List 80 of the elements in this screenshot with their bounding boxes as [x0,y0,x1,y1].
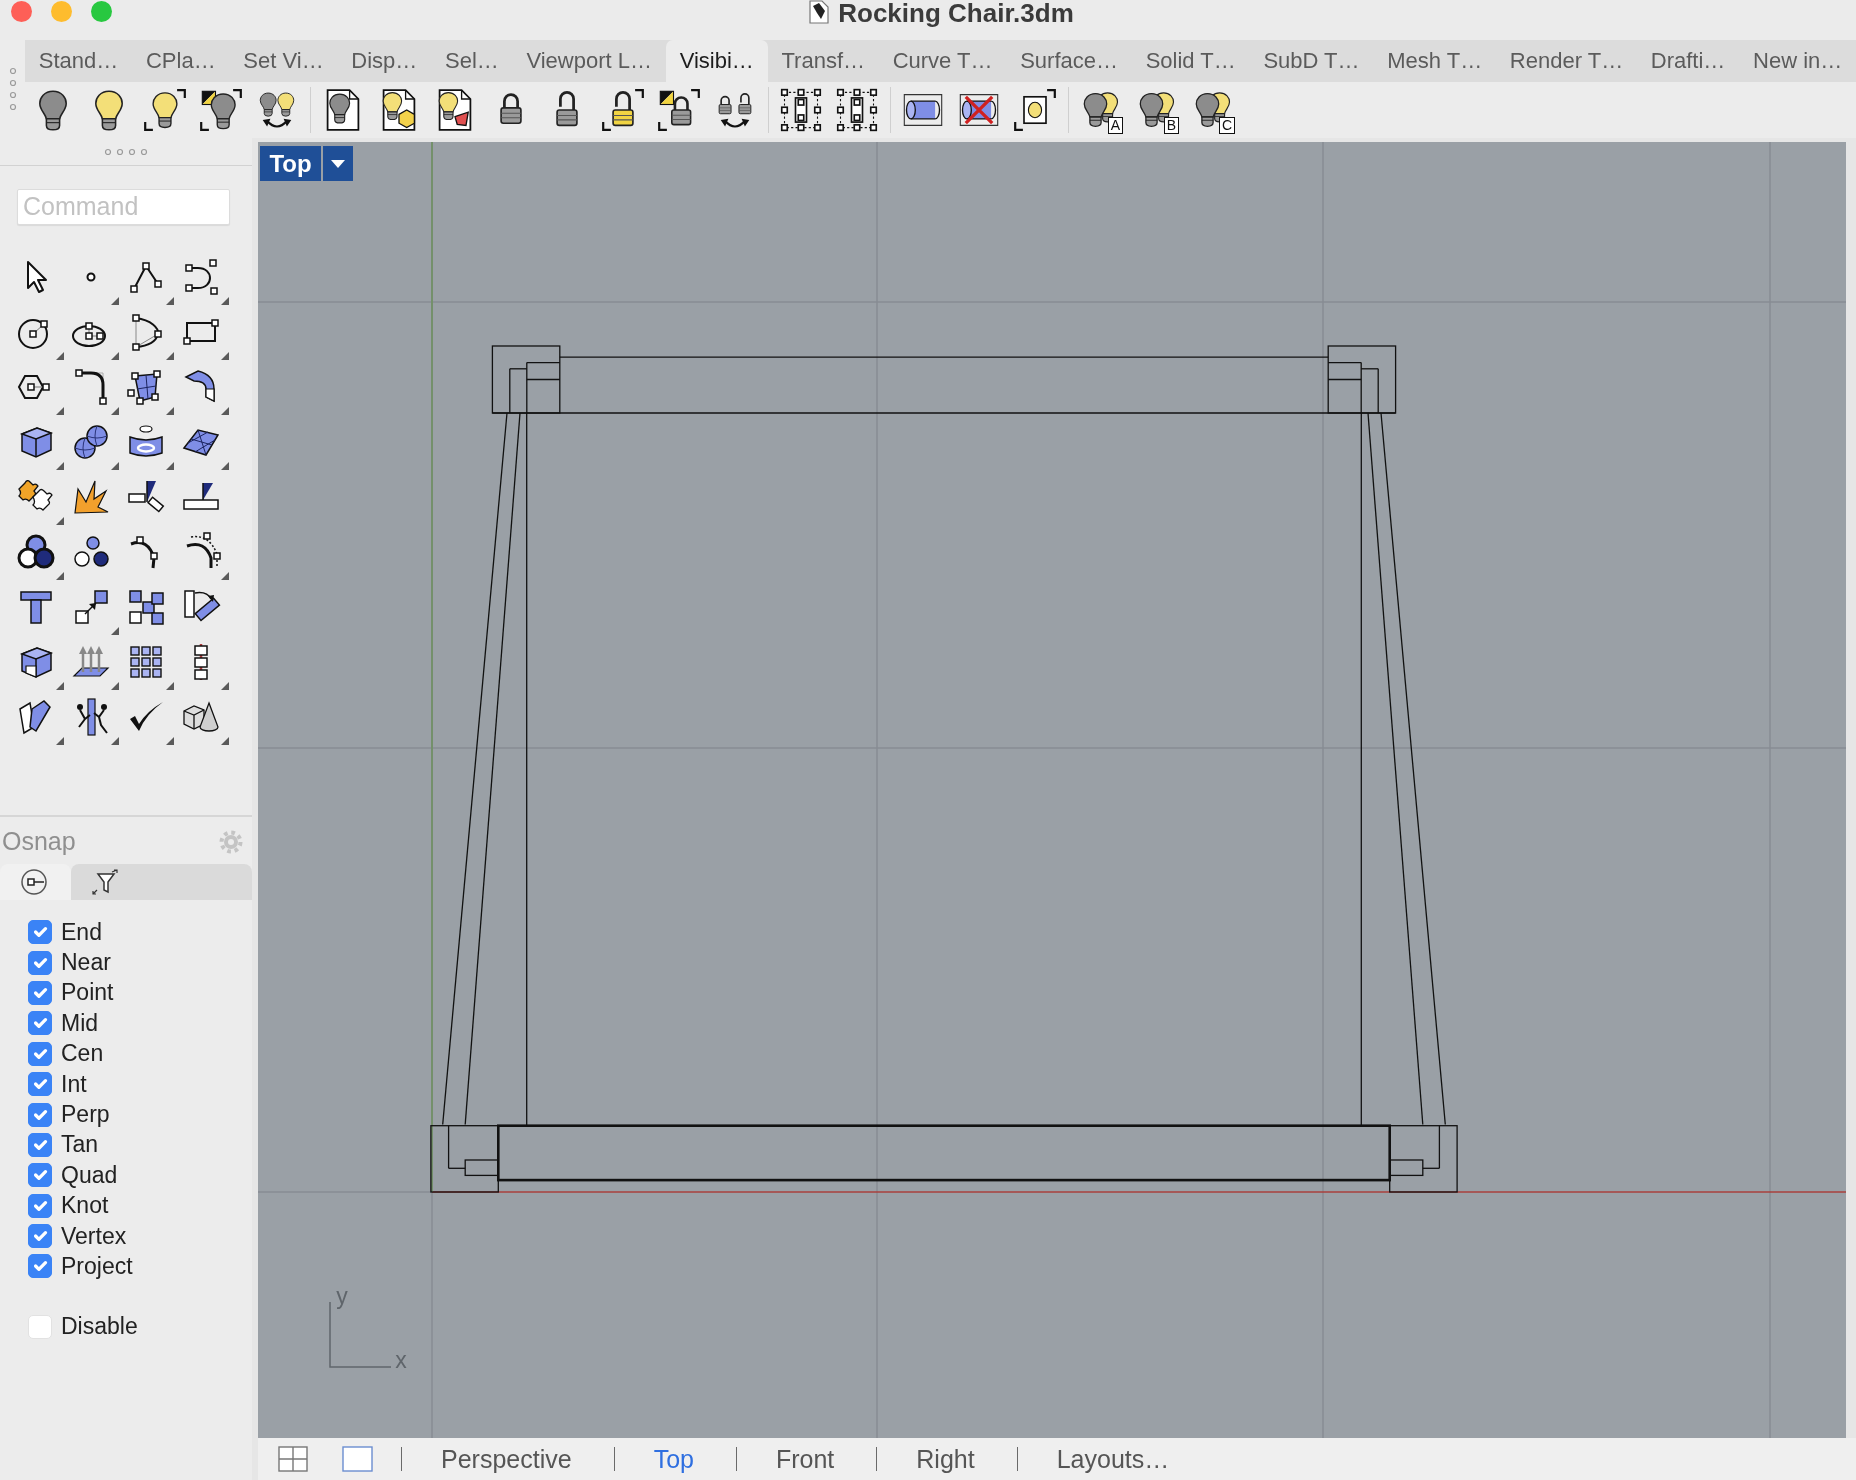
toolbar-tab[interactable]: CPla… [132,40,230,82]
checkbox-label: Point [61,981,114,1005]
selection-frame-icon[interactable] [779,88,823,132]
toolbar-tab[interactable]: Drafti… [1636,40,1740,82]
surface-patch-icon[interactable] [126,367,174,415]
document-icon [808,0,831,24]
copy-icon[interactable] [126,587,166,627]
band-surface-icon[interactable] [126,422,174,470]
lightbulb-frame-icon[interactable] [143,88,187,132]
selection-frame-icon[interactable] [835,88,879,132]
toolbar-tab[interactable]: Render T… [1496,40,1637,82]
toolbar-tab[interactable]: Disp… [337,40,432,82]
letter-badge: B [1163,117,1179,134]
toolbar-tab[interactable]: New in… [1739,40,1856,82]
padlock-frame-icon[interactable] [657,88,701,132]
axis-label: y [336,1283,348,1309]
panel-tab[interactable] [0,864,71,900]
toolbar-tab[interactable]: SubD T… [1249,40,1374,82]
grip-handle-icon[interactable] [8,67,17,111]
checkbox-label: Mid [61,1011,99,1035]
checkbox[interactable] [28,1132,52,1157]
viewport-tab[interactable]: Right [877,1438,1017,1480]
dropdown-button[interactable] [323,146,353,181]
axis-label: x [395,1347,407,1373]
toolbar-tab[interactable]: Sel… [431,40,513,82]
checkbox[interactable] [28,1254,52,1279]
toolbar-tab[interactable]: Stand… [25,40,133,82]
checkbox[interactable] [28,980,52,1005]
checkbox-label: Knot [61,1194,109,1218]
viewport-tab[interactable]: Top [614,1438,736,1480]
checkbox-label: End [61,920,102,944]
toolbar-tab[interactable]: Mesh T… [1373,40,1496,82]
checkbox-label: Vertex [61,1224,127,1248]
lightbulb-frame-icon[interactable] [199,88,243,132]
checkbox[interactable] [28,1163,52,1188]
boolean-circles-icon[interactable] [16,532,64,580]
checkbox[interactable] [28,1102,52,1127]
command-field[interactable]: Command [17,189,230,225]
viewport-tab[interactable]: Front [736,1438,877,1480]
letter-badge: C [1218,117,1235,134]
toolbar-tab[interactable]: Set Vi… [229,40,338,82]
viewport-name-button[interactable]: Top [260,146,321,181]
toolbar-tab[interactable]: Viewport L… [512,40,666,82]
puzzle-icon[interactable] [16,477,64,525]
spheres-icon[interactable] [71,422,119,470]
caret-icon [331,159,345,168]
viewport-tab[interactable]: Layouts… [1017,1438,1212,1480]
checkbox-label: Quad [61,1163,118,1187]
grip-handle-icon[interactable] [104,147,148,156]
four-viewports-icon[interactable] [278,1446,308,1472]
letter-badge: A [1107,117,1123,134]
checkbox-label: Int [61,1072,87,1096]
viewport[interactable]: y x Top [258,142,1846,1438]
open-padlock-frame-icon[interactable] [601,88,645,132]
osnap-icon [20,868,48,896]
blocks-icon[interactable] [16,697,64,745]
viewport-tab[interactable]: Perspective [402,1438,614,1480]
filter-icon [91,868,119,896]
checkbox[interactable] [28,920,52,945]
checkbox-label: Disable [61,1315,138,1339]
checkbox-label: Project [61,1255,133,1278]
checkbox-label: Tan [61,1133,99,1157]
checkbox[interactable] [28,950,52,975]
checkbox[interactable] [28,1041,52,1066]
checkbox[interactable] [28,1072,52,1097]
checkbox-label: Cen [61,1042,104,1066]
close-button[interactable] [11,1,32,22]
toolbar-tab[interactable]: Curve T… [878,40,1007,82]
checkbox-label: Perp [61,1103,110,1127]
toolbar-tab[interactable]: Surface… [1006,40,1132,82]
checkbox[interactable] [28,1011,52,1036]
toolbar-tab[interactable]: Visibi… [665,40,768,82]
checkbox-label: Near [61,951,111,975]
checkbox[interactable] [28,1224,52,1249]
checkbox[interactable] [28,1193,52,1218]
frame-icon[interactable] [1013,88,1057,132]
window-title: Rocking Chair.3dm [838,0,1074,26]
panel-title: Osnap [2,826,76,858]
toolbar-tab[interactable]: Transf… [767,40,879,82]
toolbar-tab[interactable]: Solid T… [1131,40,1250,82]
